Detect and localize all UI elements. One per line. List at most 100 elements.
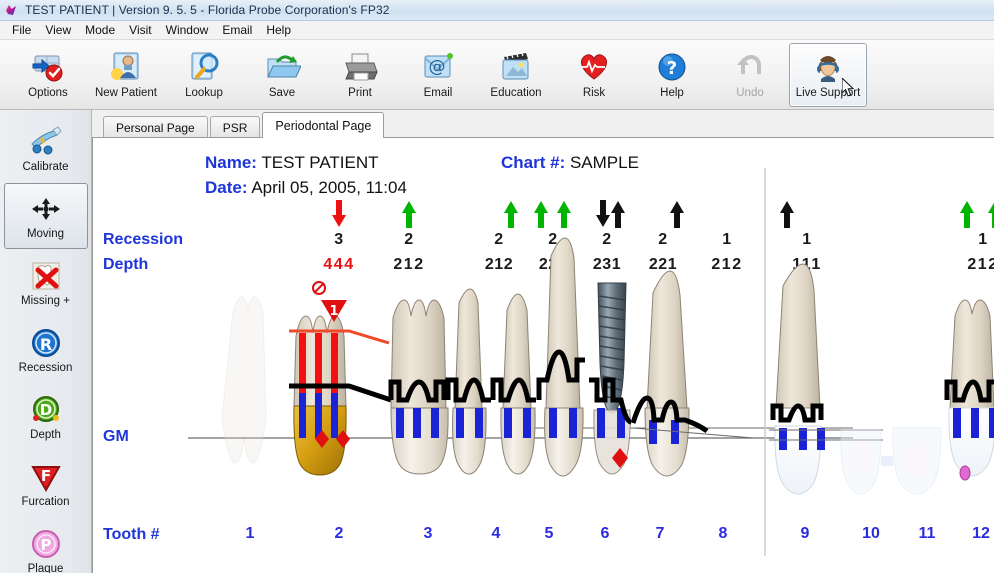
- periodontal-chart-pane: Name: TEST PATIENT Chart #: SAMPLE Date:…: [92, 137, 994, 573]
- menu-item-email[interactable]: Email: [215, 22, 259, 38]
- menu-item-file[interactable]: File: [5, 22, 38, 38]
- toolbar-label-new-patient: New Patient: [94, 87, 157, 99]
- toolbar-label-lookup: Lookup: [185, 87, 223, 99]
- tooth-number-2[interactable]: 2: [335, 525, 344, 543]
- plaque-marker-tooth-12: [959, 465, 971, 481]
- magnifier-icon: [185, 48, 223, 86]
- sidebar-item-recession[interactable]: R Recession: [4, 317, 88, 383]
- sidebar-label-moving: Moving: [26, 228, 65, 240]
- tooth-graphic-4: [445, 288, 491, 475]
- tooth-graphic-6: [536, 237, 585, 477]
- mobility-marker-tooth-2: 1: [312, 281, 347, 322]
- sidebar-item-furcation[interactable]: F Furcation: [4, 451, 88, 517]
- florida-probe-logo-icon: [5, 3, 19, 17]
- menu-item-help[interactable]: Help: [259, 22, 298, 38]
- tooth-number-8[interactable]: 8: [719, 525, 728, 543]
- tooth-graphic-3: [388, 299, 449, 475]
- tooth-number-3[interactable]: 3: [424, 525, 433, 543]
- menu-item-view[interactable]: View: [38, 22, 78, 38]
- furcation-f-icon: F: [29, 460, 63, 494]
- tooth-number-12[interactable]: 12: [972, 525, 990, 543]
- toolbar-button-education[interactable]: Education: [477, 43, 555, 107]
- toolbar-button-print[interactable]: Print: [321, 43, 399, 107]
- toolbar-button-email[interactable]: @ Email: [399, 43, 477, 107]
- window-title-bar: TEST PATIENT | Version 9. 5. 5 - Florida…: [0, 0, 994, 21]
- sidebar-item-plaque[interactable]: P Plaque: [4, 518, 88, 573]
- tooth-number-5[interactable]: 5: [545, 525, 554, 543]
- toolbar-button-new-patient[interactable]: New Patient: [87, 43, 165, 107]
- sidebar-label-plaque: Plaque: [27, 563, 64, 573]
- depth-bar-2c: [331, 393, 338, 438]
- depth-bar-2b: [315, 393, 322, 438]
- main-toolbar: Options New Patient Lookup Save Print @ …: [0, 40, 994, 110]
- tooth-number-10[interactable]: 10: [862, 525, 880, 543]
- sidebar-item-calibrate[interactable]: Calibrate: [4, 116, 88, 182]
- svg-text:P: P: [40, 536, 51, 554]
- fp32-application-window: TEST PATIENT | Version 9. 5. 5 - Florida…: [0, 0, 994, 573]
- tooth-graphic-5: [490, 293, 536, 475]
- sidebar-item-depth[interactable]: D Depth: [4, 384, 88, 450]
- tooth-graphic-11: [892, 427, 942, 495]
- toolbar-button-undo: Undo: [711, 43, 789, 107]
- menu-item-mode[interactable]: Mode: [78, 22, 122, 38]
- menu-item-window[interactable]: Window: [159, 22, 216, 38]
- tooth-graphic-1: [221, 296, 267, 464]
- depth-bar-2a: [299, 393, 306, 438]
- new-patient-icon: [107, 48, 145, 86]
- plaque-p-icon: P: [29, 527, 63, 561]
- depth-d-icon: D: [29, 393, 63, 427]
- tooth-graphic-7: [589, 282, 632, 475]
- toolbar-button-risk[interactable]: Risk: [555, 43, 633, 107]
- save-folder-icon: [263, 48, 302, 86]
- tab-personal-page[interactable]: Personal Page: [103, 116, 208, 138]
- heart-risk-icon: [575, 48, 613, 86]
- toolbar-label-risk: Risk: [582, 87, 606, 99]
- menu-item-visit[interactable]: Visit: [122, 22, 158, 38]
- svg-text:?: ?: [667, 58, 677, 79]
- moving-arrows-icon: [29, 192, 63, 226]
- tooth-graphic-12: [944, 299, 994, 481]
- toolbar-button-lookup[interactable]: Lookup: [165, 43, 243, 107]
- tooth-graphic-2: 1: [289, 281, 392, 476]
- tooth-number-11[interactable]: 11: [919, 525, 936, 543]
- sidebar-label-missing: Missing +: [21, 295, 70, 307]
- email-at-icon: @: [419, 48, 457, 86]
- tooth-number-9[interactable]: 9: [801, 525, 810, 543]
- toolbar-label-undo: Undo: [736, 87, 764, 99]
- help-question-icon: ?: [653, 48, 691, 86]
- missing-tooth-icon: [29, 259, 63, 293]
- toolbar-button-save[interactable]: Save: [243, 43, 321, 107]
- svg-text:1: 1: [329, 304, 338, 319]
- tab-psr[interactable]: PSR: [209, 116, 261, 138]
- sidebar-label-depth: Depth: [30, 429, 61, 441]
- toolbar-button-help[interactable]: ? Help: [633, 43, 711, 107]
- sidebar-item-moving[interactable]: Moving: [3, 183, 88, 249]
- education-film-icon: [497, 48, 535, 86]
- undo-arrow-icon: [731, 48, 769, 86]
- calibrate-probe-icon: [29, 125, 63, 159]
- tooth-graphic-8: [630, 270, 754, 477]
- toolbar-button-live-support[interactable]: Live Support: [789, 43, 867, 107]
- sidebar-item-missing[interactable]: Missing +: [4, 250, 88, 316]
- toolbar-label-save: Save: [268, 87, 296, 99]
- sidebar-label-recession: Recession: [18, 362, 73, 374]
- tooth-graphic-10: [840, 429, 882, 495]
- svg-text:F: F: [40, 467, 50, 485]
- printer-icon: [341, 48, 379, 86]
- toolbar-button-options[interactable]: Options: [9, 43, 87, 107]
- toolbar-label-print: Print: [348, 87, 372, 99]
- tooth-number-7[interactable]: 7: [656, 525, 665, 543]
- svg-text:R: R: [39, 335, 51, 354]
- tab-periodontal-page[interactable]: Periodontal Page: [262, 112, 385, 138]
- toolbar-label-live-support: Live Support: [795, 87, 861, 99]
- tooth-number-6[interactable]: 6: [601, 525, 610, 543]
- options-gear-icon: [29, 48, 67, 86]
- sidebar-label-furcation: Furcation: [21, 496, 70, 508]
- svg-text:@: @: [429, 57, 446, 77]
- tooth-chart-graphic[interactable]: 1: [93, 138, 994, 573]
- tooth-number-1[interactable]: 1: [246, 525, 255, 543]
- menu-bar: File View Mode Visit Window Email Help: [0, 21, 994, 40]
- tooth-number-4[interactable]: 4: [492, 525, 501, 543]
- toolbar-label-education: Education: [490, 87, 542, 99]
- page-tab-strip: Personal Page PSR Periodontal Page: [92, 110, 994, 138]
